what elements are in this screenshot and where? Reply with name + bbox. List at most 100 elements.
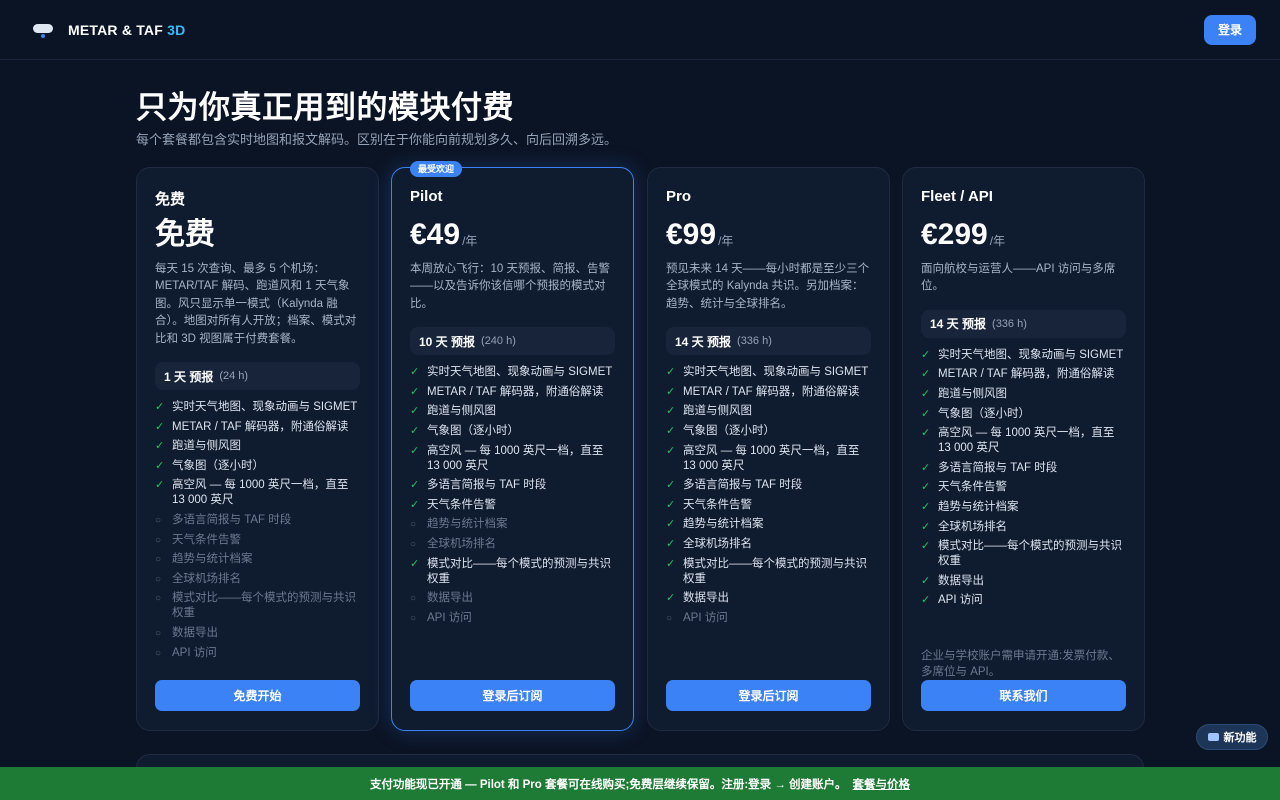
feature-item: ✓ 跑道与侧风图 [410,404,615,419]
check-icon: ✓ [666,518,676,531]
check-icon: ✓ [666,537,676,550]
circle-icon: ○ [155,573,162,585]
feature-item: ✓ 全球机场排名 [921,520,1126,535]
feature-label: 实时天气地图、现象动画与 SIGMET [683,366,869,379]
feature-label: 高空风 — 每 1000 英尺一档，直至 13 000 英尺 [427,444,604,472]
check-icon: ✓ [921,348,931,361]
feature-item: ✓ 模式对比——每个模式的预测与共识权重 [410,557,615,587]
plan-cta-button[interactable]: 登录后订阅 [666,680,871,711]
brand[interactable]: METAR & TAF 3D [32,19,185,41]
feature-label: API 访问 [172,646,217,659]
check-icon: ✓ [410,557,420,570]
feature-item: ○ API 访问 [155,646,360,661]
check-icon: ✓ [921,594,931,607]
cloud-logo-icon [32,19,54,41]
feature-label: 多语言简报与 TAF 时段 [683,479,803,492]
feature-item: ✓ 高空风 — 每 1000 英尺一档，直至 13 000 英尺 [921,426,1126,456]
feature-list: ✓ 实时天气地图、现象动画与 SIGMET ✓ METAR / TAF 解码器，附通俗… [921,348,1126,609]
feature-item: ✓ 气象图（逐小时） [666,424,871,439]
feature-item: ○ 全球机场排名 [410,537,615,552]
forecast-hours: (24 h) [219,370,249,383]
plan-description: 预见未来 14 天——每小时都是至少三个全球模式的 Kalynda 共识。另加档… [666,263,870,310]
feature-item: ○ 全球机场排名 [155,572,360,587]
feature-label: 模式对比——每个模式的预测与共识权重 [938,540,1122,568]
page-title: 只为你真正用到的模块付费 [136,90,514,125]
feature-item: ✓ 趋势与统计档案 [666,517,871,532]
feature-label: 模式对比——每个模式的预测与共识权重 [172,592,356,620]
feature-label: 数据导出 [938,574,984,587]
plan-price: €49 [410,218,461,251]
feature-item: ✓ 实时天气地图、现象动画与 SIGMET [921,348,1126,363]
feature-item: ✓ 全球机场排名 [666,537,871,552]
feature-item: ✓ 气象图（逐小时） [921,407,1126,422]
plan-price: €299 [921,218,988,251]
feature-label: 天气条件告警 [938,481,1007,494]
feature-label: 天气条件告警 [427,498,496,511]
feature-item: ✓ 多语言简报与 TAF 时段 [410,478,615,493]
check-icon: ✓ [666,385,676,398]
feature-label: API 访问 [938,594,983,607]
feature-label: 多语言简报与 TAF 时段 [427,479,547,492]
price-row: €299/年 [921,216,1126,252]
feature-label: 全球机场排名 [427,537,496,550]
circle-icon: ○ [155,593,162,605]
plan-cta-button[interactable]: 免费开始 [155,680,360,711]
feature-item: ○ 天气条件告警 [155,533,360,548]
banner-pricing-link[interactable]: 套餐与价格 [853,776,911,792]
forecast-range: 14 天 预报 (336 h) [921,309,1126,338]
feature-item: ○ 多语言简报与 TAF 时段 [155,513,360,528]
feature-item: ✓ METAR / TAF 解码器，附通俗解读 [921,367,1126,382]
check-icon: ✓ [666,479,676,492]
plan-card: Fleet / API €299/年面向航校与运营人——API 访问与多席位。 14… [902,167,1145,731]
circle-icon: ○ [155,534,162,546]
circle-icon: ○ [410,519,417,531]
plan-cta-button[interactable]: 登录后订阅 [410,680,615,711]
plan-name: Pilot [410,188,443,205]
plan-price: €99 [666,218,717,251]
feature-item: ✓ 气象图（逐小时） [410,424,615,439]
check-icon: ✓ [155,479,165,492]
feature-label: METAR / TAF 解码器，附通俗解读 [683,385,860,398]
feature-label: 多语言简报与 TAF 时段 [938,461,1058,474]
check-icon: ✓ [666,425,676,437]
circle-icon: ○ [155,554,162,566]
feature-list: ✓ 实时天气地图、现象动画与 SIGMET ✓ METAR / TAF 解码器，附通俗… [410,365,615,626]
feature-label: 全球机场排名 [683,537,752,550]
feature-item: ✓ 高空风 — 每 1000 英尺一档，直至 13 000 英尺 [410,444,615,474]
price-row: 免费 [155,216,360,252]
check-icon: ✓ [666,592,676,605]
brand-name: METAR & TAF 3D [68,22,185,38]
plan-description: 面向航校与运营人——API 访问与多席位。 [921,263,1116,293]
feature-label: 气象图（逐小时） [938,407,1030,420]
forecast-label: 10 天 预报 [419,334,476,349]
plan-price: 免费 [155,218,215,251]
feature-label: 气象图（逐小时） [427,425,519,437]
feature-label: 高空风 — 每 1000 英尺一档，直至 13 000 英尺 [172,479,349,507]
feature-item: ✓ 跑道与侧风图 [155,439,360,454]
feature-item: ○ 数据导出 [155,626,360,641]
feature-item: ○ 模式对比——每个模式的预测与共识权重 [155,591,360,621]
check-icon: ✓ [921,574,931,587]
page-subtitle: 每个套餐都包含实时地图和报文解码。区别在于你能向前规划多久、向后回溯多远。 [136,132,618,147]
check-icon: ✓ [921,500,931,513]
feature-item: ○ API 访问 [666,611,871,626]
whats-new-button[interactable]: 新功能 [1196,724,1268,750]
circle-icon: ○ [155,515,162,526]
feature-item: ✓ METAR / TAF 解码器，附通俗解读 [410,385,615,400]
feature-label: METAR / TAF 解码器，附通俗解读 [427,385,604,398]
feature-label: METAR / TAF 解码器，附通俗解读 [938,368,1115,381]
whats-new-label: 新功能 [1223,732,1257,744]
feature-label: 趋势与统计档案 [683,518,764,531]
feature-item: ✓ 气象图（逐小时） [155,459,360,474]
login-button[interactable]: 登录 [1204,14,1256,45]
check-icon: ✓ [666,498,676,511]
feature-label: 跑道与侧风图 [938,388,1007,400]
feature-label: 模式对比——每个模式的预测与共识权重 [427,557,611,585]
brand-name-accent: 3D [167,21,186,38]
feature-item: ✓ 多语言简报与 TAF 时段 [921,461,1126,476]
check-icon: ✓ [921,461,931,474]
plan-name: Fleet / API [921,188,993,205]
check-icon: ✓ [410,479,420,492]
banner-text: 支付功能现已开通 — Pilot 和 Pro 套餐可在线购买;免费层继续保留。注… [369,778,847,791]
plan-cta-button[interactable]: 联系我们 [921,680,1126,711]
